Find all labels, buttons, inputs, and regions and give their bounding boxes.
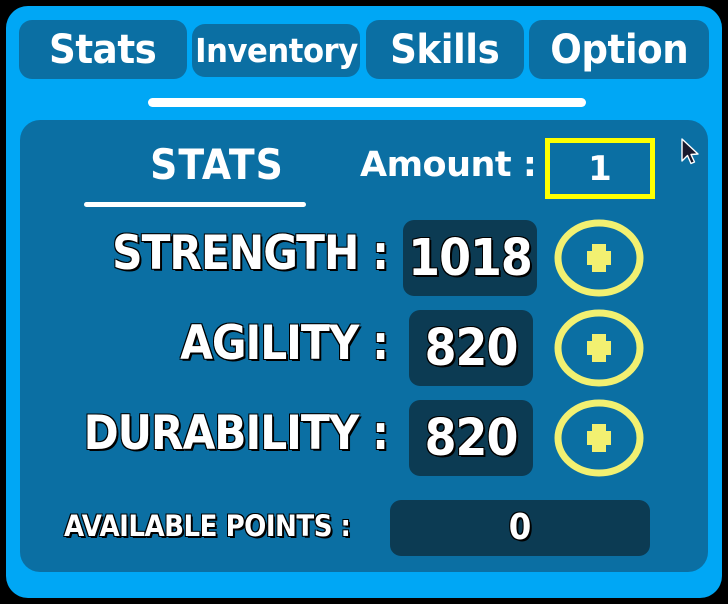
available-points-box: 0 [390,500,650,556]
amount-input-value: 1 [588,148,612,189]
tab-stats-label: Stats [49,26,157,73]
page-title: STATS [150,140,284,189]
available-points-value: 0 [508,507,532,548]
stats-panel: STATS Amount : 1 STRENGTH : 1018 AGILITY… [20,120,708,572]
increase-agility-button[interactable] [551,308,647,388]
tab-bar: Stats Inventory Skills Option [6,6,722,88]
increase-durability-button[interactable] [551,398,647,478]
stat-row-agility: AGILITY : 820 [20,309,708,392]
tab-skills[interactable]: Skills [366,20,524,79]
stat-value-agility: 820 [424,318,519,378]
tab-inventory-label: Inventory [194,31,358,70]
stat-label-durability: DURABILITY : [83,406,389,461]
page-title-rule [84,202,306,207]
stat-value-box-durability: 820 [409,400,533,476]
tab-option[interactable]: Option [529,20,709,79]
stat-value-strength: 1018 [408,228,533,288]
tab-option-label: Option [549,26,689,73]
game-ui-frame: Stats Inventory Skills Option STATS Amou… [6,6,722,598]
plus-circle-icon [554,219,644,297]
plus-circle-icon [554,309,644,387]
plus-circle-icon [554,399,644,477]
stat-value-durability: 820 [424,408,519,468]
stat-label-strength: STRENGTH : [112,226,389,281]
tab-skills-label: Skills [390,26,500,73]
available-points-row: AVAILABLE POINTS : 0 [20,500,708,562]
stat-row-strength: STRENGTH : 1018 [20,219,708,302]
active-tab-underline [148,98,586,107]
increase-strength-button[interactable] [551,218,647,298]
amount-input[interactable]: 1 [545,138,655,199]
tab-stats[interactable]: Stats [19,20,187,79]
stat-value-box-agility: 820 [409,310,533,386]
stat-value-box-strength: 1018 [403,220,537,296]
amount-label: Amount : [360,145,537,185]
stat-row-durability: DURABILITY : 820 [20,399,708,482]
tab-inventory[interactable]: Inventory [192,24,360,77]
stat-label-agility: AGILITY : [180,316,389,371]
stats-panel-header: STATS Amount : 1 [20,138,708,214]
available-points-label: AVAILABLE POINTS : [64,509,351,543]
